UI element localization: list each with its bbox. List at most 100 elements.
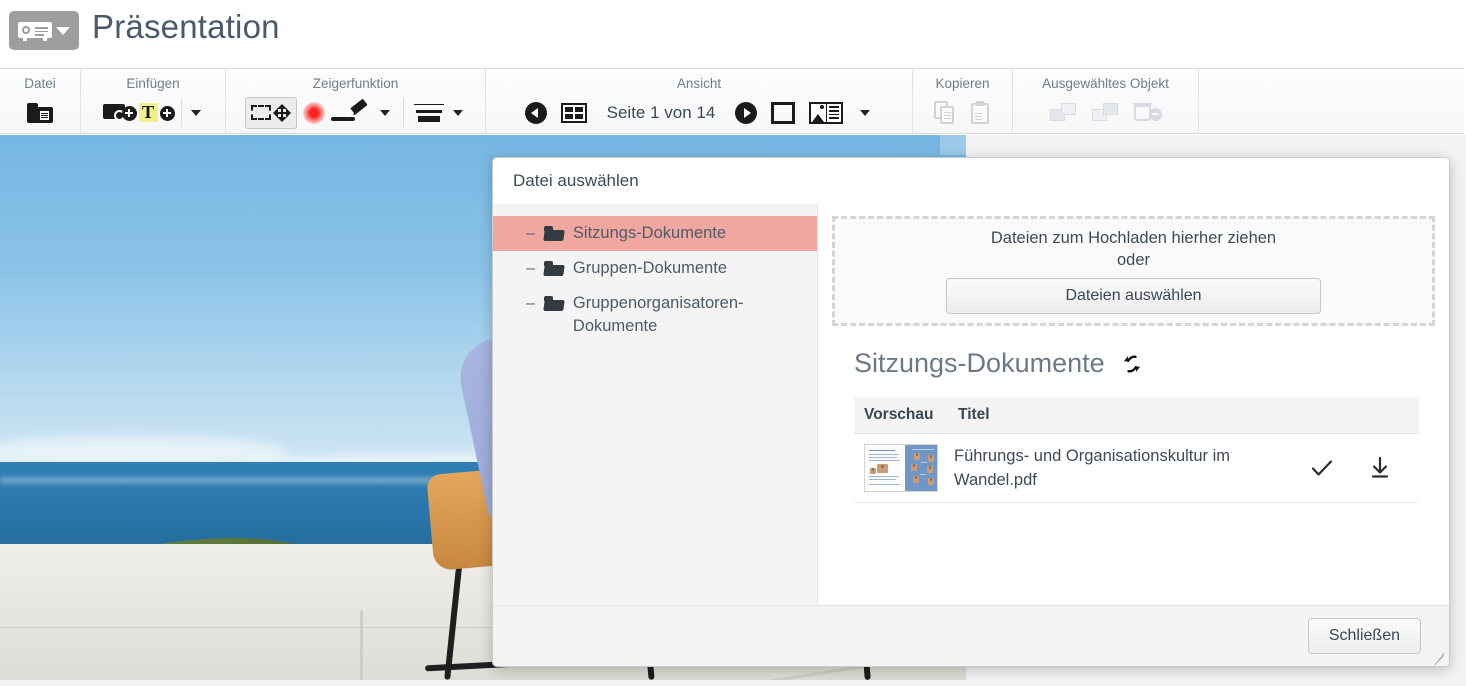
page-indicator: Seite 1 von 14: [606, 102, 716, 122]
text-icon-glyph: T: [141, 101, 154, 122]
folder-icon: [27, 102, 53, 123]
file-select-dialog: Datei auswählen – Sitzungs-Dokumente – G…: [492, 157, 1450, 667]
divider: [180, 98, 182, 127]
move-arrows-icon: [273, 103, 291, 122]
layout-view-button[interactable]: [809, 101, 844, 124]
document-thumbnail: [864, 444, 938, 492]
pen-tool[interactable]: [331, 98, 371, 125]
dropzone-hint: Dateien zum Hochladen hierher ziehen: [990, 228, 1277, 247]
select-file-button[interactable]: [1293, 455, 1351, 481]
chevron-down-icon: [380, 109, 390, 116]
ribbon-group-label-einfuegen: Einfügen: [126, 76, 180, 91]
list-pane-icon: [827, 104, 842, 122]
refresh-icon[interactable]: [1121, 353, 1143, 375]
folder-icon: [543, 226, 565, 241]
choose-files-button[interactable]: Dateien auswählen: [946, 277, 1321, 314]
image-add-icon: [102, 102, 137, 124]
arrow-left-icon: [531, 107, 539, 118]
chevron-down-icon: [190, 109, 201, 116]
file-table-header: Vorschau Titel: [854, 397, 1419, 434]
ribbon-group-ansicht: Ansicht Seite 1 von 14: [485, 69, 912, 133]
tree-expander-icon[interactable]: –: [526, 222, 535, 245]
ribbon-group-datei: Datei: [0, 69, 80, 133]
send-to-back-button[interactable]: [1091, 102, 1118, 123]
dialog-footer: Schließen: [493, 605, 1449, 666]
laser-dot-icon: [303, 101, 325, 124]
divider: [403, 98, 404, 127]
ribbon-empty-space: [1198, 69, 1464, 133]
folder-tree-item-gruppen-dokumente[interactable]: – Gruppen-Dokumente: [493, 251, 817, 286]
insert-more-dropdown[interactable]: [188, 101, 204, 125]
pen-options-dropdown[interactable]: [377, 101, 393, 125]
dropzone-or-label: oder: [1116, 250, 1151, 269]
ribbon-group-einfuegen: Einfügen T: [80, 69, 225, 133]
dialog-body: – Sitzungs-Dokumente – Gruppen-Dokumente…: [493, 204, 1449, 605]
ribbon-group-label-zeigerfunktion: Zeigerfunktion: [312, 76, 399, 91]
app-menu-button[interactable]: [9, 11, 79, 50]
tree-expander-icon[interactable]: –: [526, 292, 535, 315]
copy-button[interactable]: [933, 100, 956, 125]
paste-button[interactable]: [970, 100, 992, 125]
folder-icon: [543, 296, 565, 311]
line-width-tool[interactable]: [414, 101, 444, 125]
ribbon-group-kopieren: Kopieren: [912, 69, 1012, 133]
page-title: Präsentation: [92, 8, 280, 45]
pen-icon: [331, 98, 371, 125]
folder-icon: [543, 261, 565, 276]
folder-section-header: Sitzungs-Dokumente: [854, 348, 1449, 379]
presentation-app-window: Präsentation Datei Einfügen T Zeigerfunk…: [0, 0, 1466, 686]
folder-section-title: Sitzungs-Dokumente: [854, 348, 1105, 378]
file-table: Vorschau Titel Führungs- und Organisatio…: [854, 397, 1419, 503]
select-move-tool[interactable]: [245, 96, 297, 129]
fullscreen-button[interactable]: [771, 101, 796, 124]
column-header-vorschau: Vorschau: [864, 406, 934, 423]
file-title: Führungs- und Organisationskultur im Wan…: [954, 447, 1231, 489]
page-overview-button[interactable]: [560, 102, 587, 123]
tree-expander-icon[interactable]: –: [526, 257, 535, 280]
app-header: Präsentation: [0, 0, 1466, 62]
line-width-dropdown[interactable]: [450, 101, 466, 125]
dialog-title: Datei auswählen: [513, 171, 639, 190]
grid-cell: [564, 106, 573, 112]
ribbon-group-zeigerfunktion: Zeigerfunktion: [225, 69, 485, 133]
folder-tree-item-label: Sitzungs-Dokumente: [572, 224, 727, 242]
laser-pointer-tool[interactable]: [303, 101, 325, 124]
folder-tree: – Sitzungs-Dokumente – Gruppen-Dokumente…: [493, 204, 818, 605]
delete-object-button[interactable]: [1132, 102, 1162, 123]
insert-image-button[interactable]: [102, 102, 137, 124]
view-options-dropdown[interactable]: [857, 101, 873, 125]
dialog-content: Dateien zum Hochladen hierher ziehen ode…: [818, 204, 1449, 605]
close-button[interactable]: Schließen: [1307, 618, 1421, 654]
folder-tree-item-label: Gruppenorganisatoren-Dokumente: [572, 294, 744, 335]
download-file-button[interactable]: [1351, 455, 1409, 481]
chevron-down-icon: [453, 109, 463, 116]
download-icon: [1371, 456, 1389, 478]
previous-page-button[interactable]: [524, 101, 547, 124]
chevron-down-icon: [56, 26, 70, 35]
ribbon-group-ausgewaehltes-objekt: Ausgewähltes Objekt: [1012, 69, 1198, 133]
folder-tree-item-label: Gruppen-Dokumente: [572, 259, 727, 277]
column-header-titel: Titel: [958, 406, 990, 423]
bring-to-front-button[interactable]: [1049, 102, 1076, 123]
ribbon-group-label-ansicht: Ansicht: [676, 76, 722, 91]
line-width-icon: [414, 101, 444, 125]
arrow-right-icon: [743, 107, 751, 118]
folder-tree-item-gruppenorganisatoren-dokumente[interactable]: – Gruppenorganisatoren-Dokumente: [493, 286, 817, 344]
file-dropzone[interactable]: Dateien zum Hochladen hierher ziehen ode…: [832, 216, 1435, 326]
next-page-button[interactable]: [735, 101, 758, 124]
resize-grip-icon[interactable]: [1432, 650, 1445, 666]
ribbon-group-label-kopieren: Kopieren: [935, 76, 990, 91]
folder-tree-item-sitzungs-dokumente[interactable]: – Sitzungs-Dokumente: [493, 216, 817, 251]
chevron-down-icon: [860, 109, 871, 116]
text-add-icon: T: [138, 101, 175, 125]
open-file-button[interactable]: [27, 102, 53, 123]
table-row[interactable]: Führungs- und Organisationskultur im Wan…: [854, 434, 1419, 503]
slide-terrace-line: [360, 610, 363, 680]
projector-icon: [18, 20, 52, 41]
grid-cell: [574, 113, 583, 119]
grid-cell: [564, 113, 573, 119]
grid-cell: [574, 106, 583, 112]
check-icon: [1311, 460, 1333, 476]
insert-text-button[interactable]: T: [138, 101, 175, 125]
image-pane-icon: [811, 103, 827, 122]
